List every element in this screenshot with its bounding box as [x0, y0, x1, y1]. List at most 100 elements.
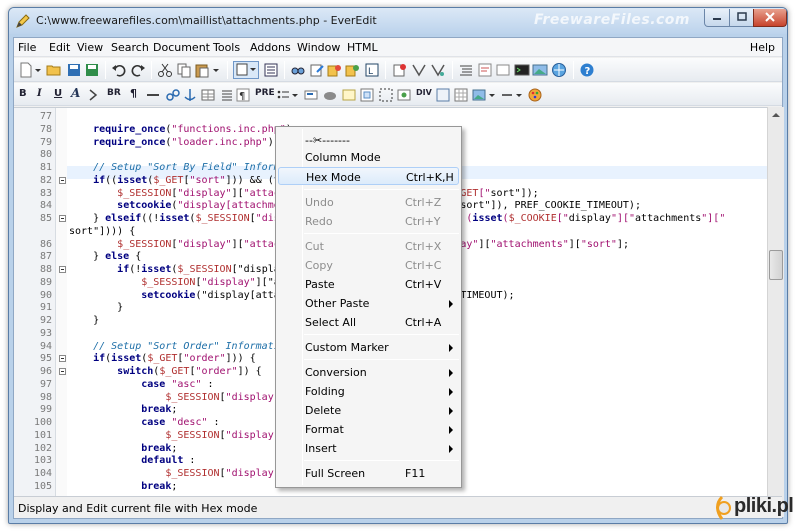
- br-button[interactable]: BR: [107, 88, 121, 98]
- horizontal-line-icon[interactable]: [501, 87, 513, 103]
- terminal-icon[interactable]: [514, 62, 530, 78]
- submenu-arrow-icon: [449, 369, 453, 377]
- insert-image-icon[interactable]: [472, 87, 488, 103]
- pre-button[interactable]: PRE: [255, 88, 275, 98]
- link-icon[interactable]: [165, 87, 181, 103]
- replace-in-files-icon[interactable]: [345, 62, 361, 78]
- image-icon[interactable]: [532, 62, 548, 78]
- chevron-down-icon[interactable]: [515, 87, 523, 103]
- line-number: 88: [39, 264, 52, 275]
- fold-toggle-icon[interactable]: [59, 215, 66, 222]
- line-number: 97: [39, 378, 52, 390]
- anchor-icon[interactable]: [182, 87, 198, 103]
- hex-mode-toggle-icon[interactable]: [233, 61, 259, 79]
- menu-item-hex-mode[interactable]: Hex Mode Ctrl+K,H: [278, 167, 459, 185]
- save-icon[interactable]: [66, 62, 82, 78]
- word-wrap-icon[interactable]: [477, 62, 493, 78]
- bold-button[interactable]: B: [19, 88, 27, 99]
- pilcrow-block-icon[interactable]: ¶: [235, 87, 251, 103]
- italic-button[interactable]: I: [37, 88, 42, 99]
- fold-toggle-icon[interactable]: [59, 368, 66, 375]
- menu-addons[interactable]: Addons: [250, 41, 291, 54]
- div-button[interactable]: DIV: [416, 88, 432, 97]
- column-mode-icon[interactable]: [263, 62, 279, 78]
- menu-item-tear-off[interactable]: --✂-------: [278, 131, 459, 149]
- blank-page-icon[interactable]: [495, 62, 511, 78]
- fold-toggle-icon[interactable]: [59, 266, 66, 273]
- vertical-scrollbar[interactable]: [767, 107, 784, 517]
- scroll-up-icon[interactable]: [768, 107, 784, 123]
- menu-item-delete[interactable]: Delete: [278, 401, 459, 419]
- fold-toggle-icon[interactable]: [59, 176, 66, 184]
- bullet-list-icon[interactable]: [277, 87, 289, 103]
- menu-document[interactable]: Document: [153, 41, 210, 54]
- layer-icon[interactable]: [359, 87, 375, 103]
- menu-item-column-mode[interactable]: Column Mode: [278, 148, 459, 166]
- help-icon[interactable]: ?: [579, 62, 595, 78]
- open-folder-icon[interactable]: [46, 62, 62, 78]
- close-button[interactable]: [753, 9, 787, 27]
- menu-window[interactable]: Window: [297, 41, 340, 54]
- menu-html[interactable]: HTML: [347, 41, 378, 54]
- span-icon[interactable]: [435, 87, 451, 103]
- maximize-button[interactable]: [729, 9, 754, 27]
- indent-icon[interactable]: [87, 87, 103, 103]
- scroll-thumb[interactable]: [769, 250, 783, 280]
- menu-item-label: Full Screen: [305, 467, 366, 480]
- menu-item-full-screen[interactable]: Full Screen F11: [278, 464, 459, 482]
- menu-view[interactable]: View: [77, 41, 103, 54]
- color-grid-icon[interactable]: [453, 87, 469, 103]
- undo-icon[interactable]: [111, 62, 127, 78]
- fold-toggle-icon[interactable]: [59, 355, 66, 363]
- color-picker-icon[interactable]: [527, 87, 543, 103]
- underline-button[interactable]: U: [54, 88, 62, 99]
- cloud-icon[interactable]: [322, 87, 338, 103]
- replace-icon[interactable]: [309, 62, 325, 78]
- table-icon[interactable]: [200, 87, 216, 103]
- macro-run-icon[interactable]: [430, 62, 446, 78]
- minimize-button[interactable]: [704, 9, 730, 27]
- copy-icon[interactable]: [176, 62, 192, 78]
- menu-item-format[interactable]: Format: [278, 420, 459, 438]
- menu-item-custom-marker[interactable]: Custom Marker: [278, 338, 459, 356]
- chevron-down-icon[interactable]: [291, 87, 299, 103]
- save-all-icon[interactable]: [84, 62, 100, 78]
- cut-icon[interactable]: [157, 62, 173, 78]
- menu-item-conversion[interactable]: Conversion: [278, 363, 459, 381]
- chevron-down-icon[interactable]: [488, 87, 496, 103]
- redo-icon[interactable]: [130, 62, 146, 78]
- menu-item-copy: Copy Ctrl+C: [278, 256, 459, 274]
- horizontal-rule-icon[interactable]: [145, 87, 161, 103]
- code-line: if(!isset($_SESSION["display: [117, 264, 286, 275]
- menu-item-folding[interactable]: Folding: [278, 382, 459, 400]
- chevron-down-icon[interactable]: [212, 62, 220, 78]
- title-bar[interactable]: C:\www.freewarefiles.com\maillist\attach…: [9, 8, 787, 34]
- goto-icon[interactable]: L: [364, 62, 380, 78]
- browser-icon[interactable]: [551, 62, 567, 78]
- find-in-files-icon[interactable]: [327, 62, 343, 78]
- menu-item-other-paste[interactable]: Other Paste: [278, 294, 459, 312]
- chevron-down-icon[interactable]: [34, 62, 42, 78]
- menu-item-insert[interactable]: Insert: [278, 439, 459, 457]
- menu-file[interactable]: File: [18, 41, 36, 54]
- object-icon[interactable]: [396, 87, 412, 103]
- new-file-icon[interactable]: [18, 62, 34, 78]
- menu-help[interactable]: Help: [750, 41, 775, 54]
- selection-icon[interactable]: [378, 87, 394, 103]
- menu-tools[interactable]: Tools: [213, 41, 240, 54]
- outline-icon[interactable]: [458, 62, 474, 78]
- font-button[interactable]: A: [71, 86, 80, 100]
- menu-edit[interactable]: Edit: [49, 41, 70, 54]
- menu-search[interactable]: Search: [111, 41, 149, 54]
- frame-icon[interactable]: [341, 87, 357, 103]
- code-line: case "desc" :: [141, 417, 220, 428]
- paragraph-button[interactable]: ¶: [130, 87, 137, 100]
- menu-item-paste[interactable]: Paste Ctrl+V: [278, 275, 459, 293]
- form-icon[interactable]: [303, 87, 319, 103]
- paste-icon[interactable]: [194, 62, 210, 78]
- macro-record-icon[interactable]: [392, 62, 408, 78]
- macro-play-icon[interactable]: [411, 62, 427, 78]
- list-icon[interactable]: [219, 87, 235, 103]
- menu-item-select-all[interactable]: Select All Ctrl+A: [278, 313, 459, 331]
- find-icon[interactable]: [290, 62, 306, 78]
